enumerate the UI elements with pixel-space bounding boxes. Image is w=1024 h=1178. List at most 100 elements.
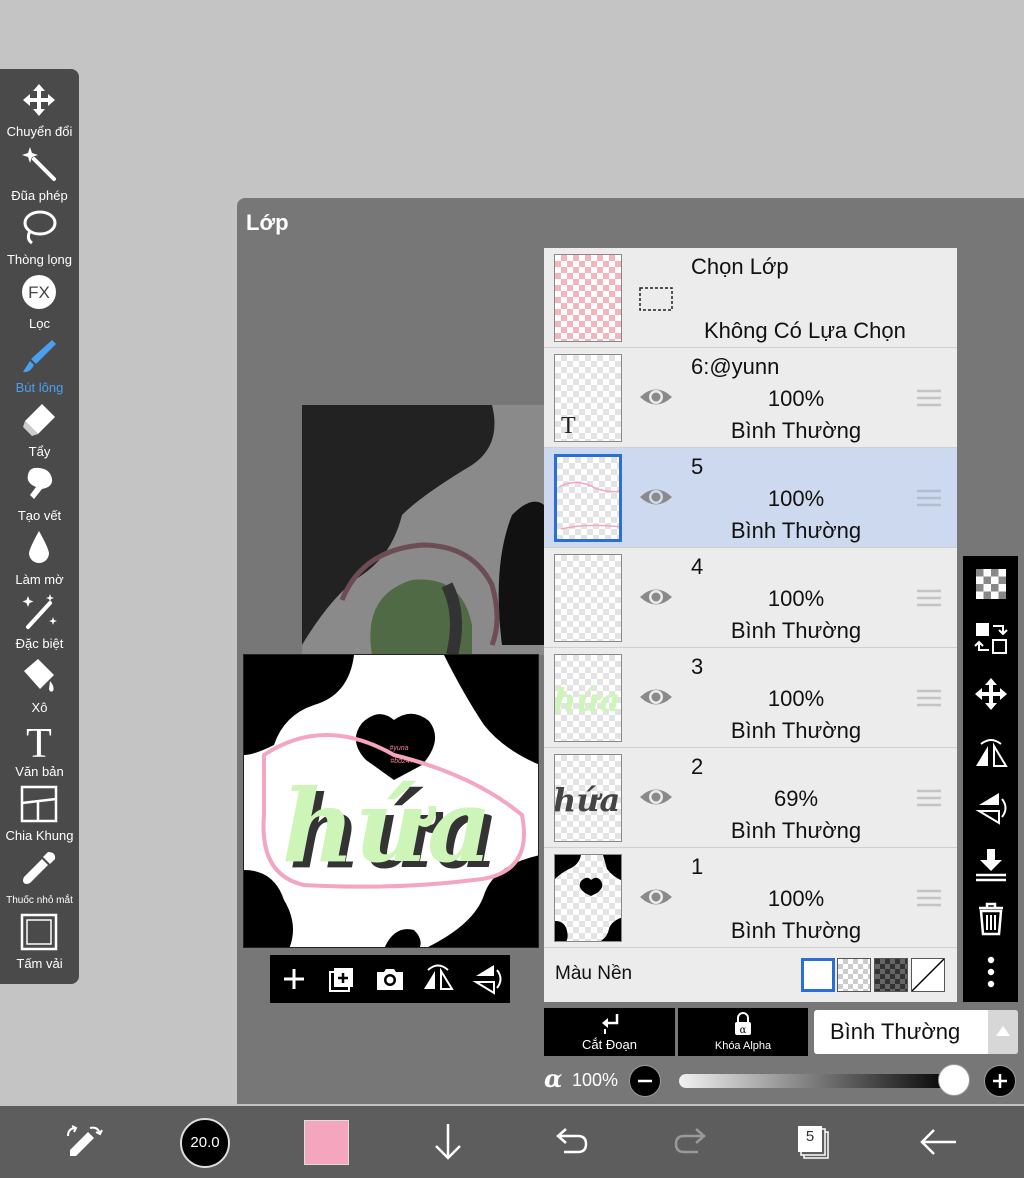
merge-down-icon[interactable] — [973, 846, 1009, 882]
background-color-label: Màu Nền — [555, 963, 633, 984]
opacity-decrease-button[interactable] — [629, 1065, 661, 1097]
layer-list: Chọn Lớp Không Có Lựa Chọn T 6:@yunn 100… — [544, 248, 957, 1002]
merge-layer-icon[interactable] — [973, 620, 1009, 656]
tool-smudge[interactable]: Tạo vết — [0, 453, 79, 523]
color-swatch[interactable] — [304, 1120, 349, 1165]
layer-row[interactable]: 5 100% Bình Thường — [544, 448, 957, 548]
clip-arrow-icon — [602, 1014, 619, 1034]
redo-icon[interactable] — [670, 1120, 714, 1164]
drag-handle-icon[interactable] — [916, 888, 942, 908]
layer-row[interactable]: hứa 2 69% Bình Thường — [544, 748, 957, 848]
move-layer-icon[interactable] — [973, 676, 1009, 712]
dropdown-arrow[interactable] — [988, 1010, 1018, 1054]
visibility-eye-icon[interactable] — [638, 684, 674, 710]
visibility-eye-icon[interactable] — [638, 484, 674, 510]
canvas-artwork — [302, 405, 544, 655]
brush-size-button[interactable]: 20.0 — [180, 1118, 230, 1168]
camera-icon[interactable] — [372, 961, 408, 997]
preview-tag-1: #yuna — [389, 745, 408, 752]
more-options-icon[interactable] — [973, 954, 1009, 990]
layer-row[interactable]: hứa 3 100% Bình Thường — [544, 648, 957, 748]
plus-icon — [993, 1074, 1007, 1088]
magic-wand-icon — [22, 147, 56, 181]
layer-opacity: 100% — [767, 386, 825, 411]
visibility-eye-icon[interactable] — [638, 584, 674, 610]
tool-magic-wand[interactable]: Đũa phép — [0, 133, 79, 203]
tool-frame-divider[interactable]: Chia Khung — [0, 773, 79, 843]
trash-icon[interactable] — [973, 900, 1009, 936]
selection-layer-row[interactable]: Chọn Lớp Không Có Lựa Chọn — [544, 248, 957, 348]
visibility-eye-icon[interactable] — [638, 384, 674, 410]
flip-layer-vertical-icon[interactable] — [973, 790, 1009, 826]
tool-label: Tấm vải — [16, 956, 63, 971]
layer-name: 2 — [691, 754, 704, 779]
thumbnail-text: hứa — [554, 781, 621, 819]
tool-brush[interactable]: Bút lông — [0, 325, 79, 395]
background-white-swatch[interactable] — [801, 958, 835, 992]
tool-canvas[interactable]: Tấm vải — [0, 901, 79, 971]
background-color-row: Màu Nền — [544, 948, 957, 1002]
tool-bucket[interactable]: Xô — [0, 645, 79, 715]
bucket-icon — [24, 659, 54, 692]
duplicate-layer-icon[interactable] — [324, 961, 360, 997]
drag-handle-icon[interactable] — [916, 588, 942, 608]
tool-filter[interactable]: FX Lọc — [0, 261, 79, 331]
artwork-background — [302, 405, 544, 655]
move-icon — [23, 84, 55, 116]
canvas-preview[interactable]: #yuna #bd247 hứa hứa — [243, 654, 539, 948]
layer-row[interactable]: 4 100% Bình Thường — [544, 548, 957, 648]
undo-icon[interactable] — [548, 1120, 592, 1164]
eyedropper-icon — [23, 852, 56, 884]
layer-blend-mode: Bình Thường — [730, 418, 862, 443]
layer-row[interactable]: T 6:@yunn 100% Bình Thường — [544, 348, 957, 448]
arrow-down-icon[interactable] — [426, 1120, 470, 1164]
drag-handle-icon[interactable] — [916, 488, 942, 508]
back-arrow-icon[interactable] — [916, 1120, 960, 1164]
layer-opacity: 100% — [767, 886, 825, 911]
layer-thumbnail — [554, 854, 622, 942]
drag-handle-icon[interactable] — [916, 388, 942, 408]
layer-thumbnail-art — [555, 855, 621, 941]
flip-vertical-icon[interactable] — [468, 961, 504, 997]
transparency-checker-icon[interactable] — [973, 566, 1009, 602]
tool-transform[interactable]: Chuyển đổi — [0, 69, 79, 139]
opacity-slider[interactable] — [679, 1074, 954, 1088]
visibility-eye-icon[interactable] — [638, 784, 674, 810]
thumbnail-text: hứa — [554, 681, 621, 719]
text-layer-glyph: T — [561, 413, 576, 439]
opacity-increase-button[interactable] — [984, 1065, 1016, 1097]
background-transparent-dark-swatch[interactable] — [874, 958, 908, 992]
layer-opacity: 69% — [773, 786, 819, 811]
opacity-slider-knob[interactable] — [938, 1064, 970, 1096]
tool-lasso[interactable]: Thòng lọng — [0, 197, 79, 267]
layer-thumbnail: hứa — [554, 754, 622, 842]
drag-handle-icon[interactable] — [916, 688, 942, 708]
swap-tool-icon[interactable] — [62, 1120, 106, 1164]
layer-name: 4 — [691, 554, 704, 579]
tool-text[interactable]: T Văn bản — [0, 709, 79, 779]
flip-layer-horizontal-icon[interactable] — [973, 734, 1009, 770]
text-glyph: T — [26, 721, 52, 759]
layers-button[interactable]: 5 — [792, 1120, 836, 1164]
visibility-eye-icon[interactable] — [638, 884, 674, 910]
drag-handle-icon[interactable] — [916, 788, 942, 808]
layer-opacity: 100% — [767, 686, 825, 711]
selection-status: Không Có Lựa Chọn — [704, 318, 906, 343]
flip-horizontal-icon[interactable] — [420, 961, 456, 997]
tool-eyedropper[interactable]: Thuốc nhỏ mắt — [0, 837, 79, 906]
special-brush-icon — [22, 594, 57, 629]
layer-thumbnail: T — [554, 354, 622, 442]
blend-mode-dropdown[interactable]: Bình Thường — [814, 1010, 1018, 1054]
layer-count: 5 — [805, 1128, 815, 1145]
layer-row[interactable]: 1 100% Bình Thường — [544, 848, 957, 948]
layer-blend-mode: Bình Thường — [730, 918, 862, 943]
tool-blur[interactable]: Làm mờ — [0, 517, 79, 587]
add-layer-icon[interactable] — [276, 961, 312, 997]
background-none-swatch[interactable] — [911, 958, 945, 992]
preview-artwork: #yuna #bd247 hứa hứa — [244, 655, 538, 947]
tool-special[interactable]: Đặc biệt — [0, 581, 79, 651]
alpha-lock-button[interactable]: α Khóa Alpha — [678, 1008, 808, 1056]
clipping-button[interactable]: Cắt Đoạn — [544, 1008, 675, 1056]
background-transparent-light-swatch[interactable] — [837, 958, 871, 992]
tool-eraser[interactable]: Tẩy — [0, 389, 79, 459]
